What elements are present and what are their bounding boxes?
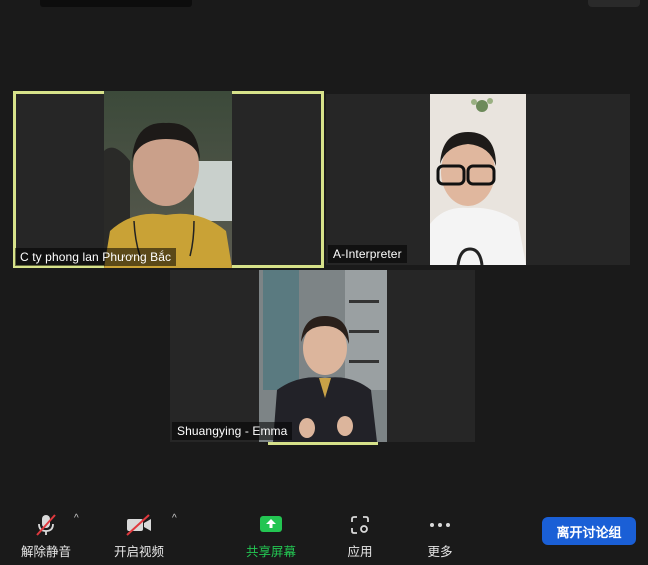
share-screen-label: 共享屏幕	[245, 545, 296, 559]
muted-microphone-icon	[36, 514, 56, 536]
video-off-icon	[126, 514, 151, 536]
apps-label: 应用	[347, 545, 373, 559]
top-bar-left	[40, 0, 192, 7]
start-video-label: 开启视频	[113, 545, 164, 559]
leave-breakout-room-button[interactable]: 离开讨论组	[542, 517, 636, 545]
participant-name: Shuangying - Emma	[172, 422, 293, 440]
participant-video	[104, 91, 232, 268]
top-bar-right[interactable]	[588, 0, 640, 7]
share-screen-icon	[260, 516, 282, 532]
more-label: 更多	[427, 545, 453, 559]
video-options-caret[interactable]: ^	[172, 513, 177, 524]
meeting-toolbar: 解除静音 ^ 开启视频 ^ 共享屏幕 应用 更多 离开讨论组	[0, 503, 648, 565]
participant-name: C ty phong lan Phương Bắc	[15, 248, 177, 266]
participant-tile-3[interactable]: Shuangying - Emma	[170, 270, 475, 442]
apps-icon	[351, 516, 369, 534]
apps-button[interactable]: 应用	[340, 513, 380, 560]
speaker-indicator-bar	[268, 442, 378, 445]
participant-tile-1[interactable]: C ty phong lan Phương Bắc	[13, 91, 324, 268]
unmute-label: 解除静音	[20, 545, 71, 559]
participant-video	[430, 94, 526, 265]
share-screen-button[interactable]: 共享屏幕	[242, 513, 300, 560]
start-video-button[interactable]: 开启视频	[110, 513, 168, 560]
participant-video	[259, 270, 387, 442]
participant-name: A-Interpreter	[328, 245, 407, 263]
audio-options-caret[interactable]: ^	[74, 513, 79, 524]
more-button[interactable]: 更多	[420, 513, 460, 560]
more-dots-icon	[430, 523, 450, 527]
unmute-button[interactable]: 解除静音	[18, 513, 74, 560]
participant-tile-2[interactable]: A-Interpreter	[326, 94, 630, 265]
